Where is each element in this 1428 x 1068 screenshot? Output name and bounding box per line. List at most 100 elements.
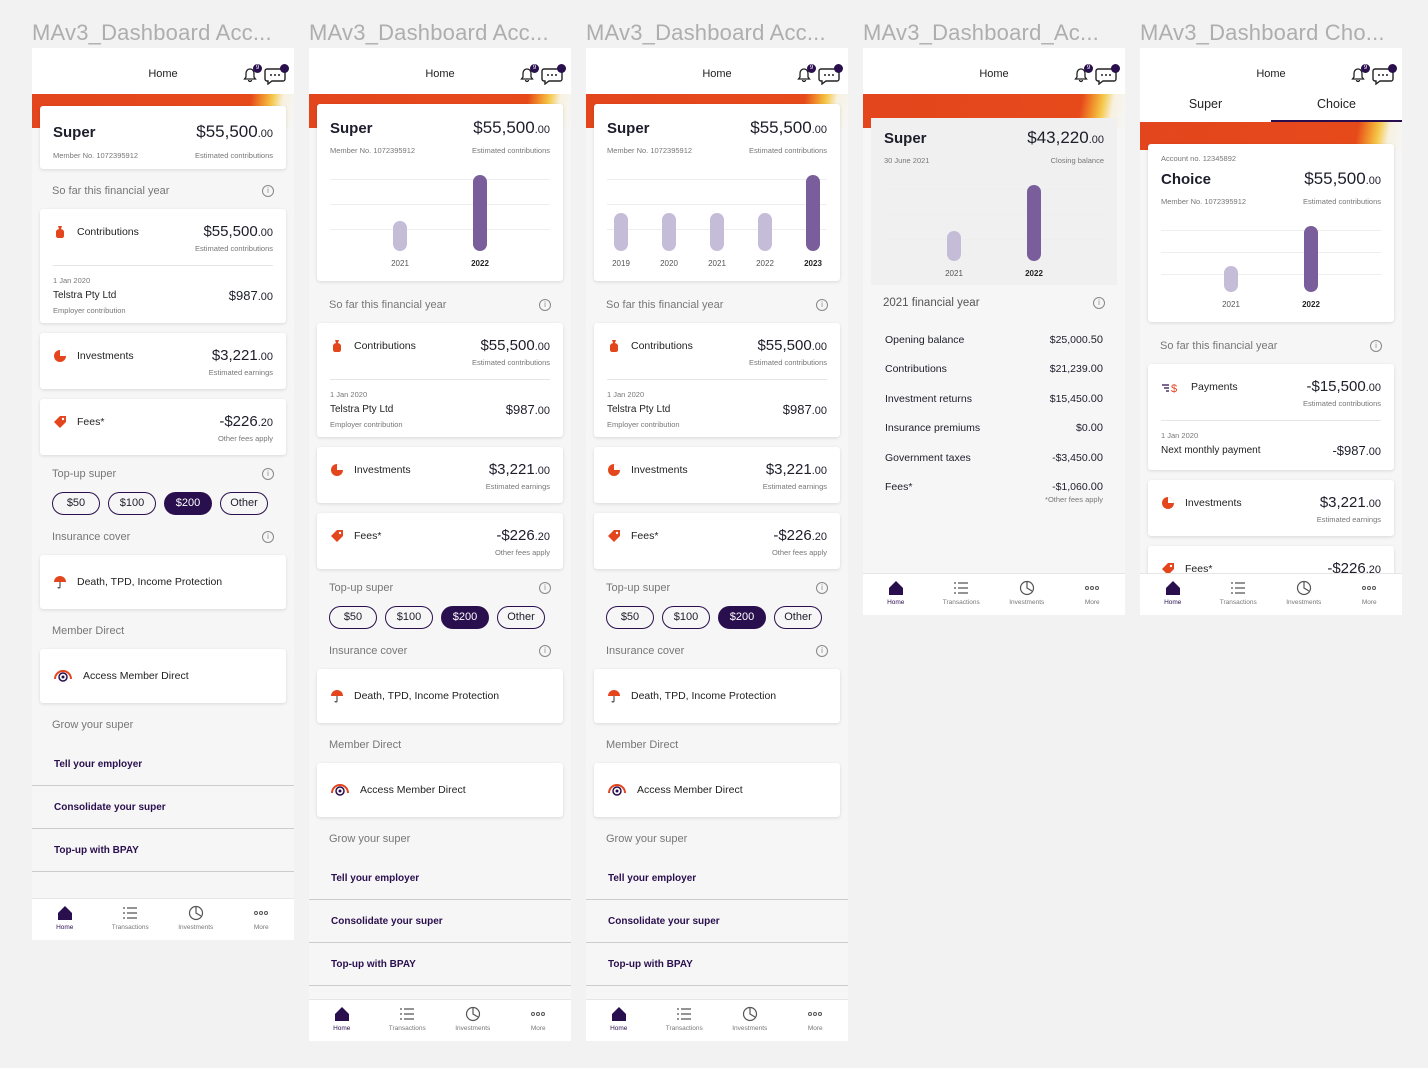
tab-transactions[interactable]: Transactions bbox=[929, 574, 995, 615]
tab-investments[interactable]: Investments bbox=[163, 899, 229, 940]
choice-chart-card[interactable]: Account no. 12345892 Choice $55,500.00 Me… bbox=[1148, 144, 1394, 322]
tab-more[interactable]: More bbox=[229, 899, 295, 940]
info-icon[interactable]: i bbox=[816, 299, 828, 311]
tab-choice[interactable]: Choice bbox=[1271, 94, 1402, 122]
notifications-bell-icon[interactable]: 9 bbox=[796, 64, 816, 83]
info-icon[interactable]: i bbox=[816, 582, 828, 594]
info-icon[interactable]: i bbox=[539, 299, 551, 311]
super-chart-card[interactable]: Super $55,500.00 Member No. 1072395912 Est… bbox=[317, 104, 563, 281]
notifications-bell-icon[interactable]: 9 bbox=[242, 64, 262, 83]
chart-bar-2022[interactable] bbox=[473, 175, 487, 251]
chart-bar-2021[interactable] bbox=[710, 213, 724, 251]
insurance-card[interactable]: Death, TPD, Income Protection bbox=[594, 669, 840, 723]
chart-bar-2019[interactable] bbox=[614, 213, 628, 251]
chart-x-label: 2022 bbox=[1302, 300, 1320, 309]
tell-employer-link[interactable]: Tell your employer bbox=[32, 743, 294, 786]
topup-other-button[interactable]: Other bbox=[497, 606, 545, 629]
tab-investments[interactable]: Investments bbox=[994, 574, 1060, 615]
notifications-bell-icon[interactable]: 9 bbox=[1350, 64, 1370, 83]
chat-icon[interactable] bbox=[818, 64, 843, 86]
consolidate-link[interactable]: Consolidate your super bbox=[309, 900, 571, 943]
consolidate-link[interactable]: Consolidate your super bbox=[32, 786, 294, 829]
tab-more[interactable]: More bbox=[506, 1000, 572, 1041]
chart-bar-2021[interactable] bbox=[947, 230, 961, 261]
tab-transactions[interactable]: Transactions bbox=[98, 899, 164, 940]
member-direct-card[interactable]: Access Member Direct bbox=[317, 763, 563, 817]
tab-super[interactable]: Super bbox=[1140, 94, 1271, 122]
contributions-card[interactable]: Contributions $55,500.00 Estimated contri… bbox=[594, 323, 840, 437]
fees-card[interactable]: Fees* -$226.20 Other fees apply bbox=[317, 513, 563, 569]
investments-card[interactable]: Investments $3,221.00 Estimated earnings bbox=[1148, 480, 1394, 536]
info-icon[interactable]: i bbox=[1370, 340, 1382, 352]
topup-50-button[interactable]: $50 bbox=[52, 492, 100, 515]
super-chart-card[interactable]: Super $55,500.00 Member No. 1072395912 Est… bbox=[594, 104, 840, 281]
member-direct-card[interactable]: Access Member Direct bbox=[40, 649, 286, 703]
topup-other-button[interactable]: Other bbox=[774, 606, 822, 629]
chart-bar-2022[interactable] bbox=[1027, 185, 1041, 261]
bpay-link[interactable]: Top-up with BPAY bbox=[309, 943, 571, 986]
contributions-cents: .00 bbox=[257, 227, 273, 239]
member-direct-card[interactable]: Access Member Direct bbox=[594, 763, 840, 817]
topup-200-button[interactable]: $200 bbox=[718, 606, 766, 629]
info-icon[interactable]: i bbox=[539, 645, 551, 657]
chart-bar-2022[interactable] bbox=[1304, 226, 1318, 292]
chart-bar-2022[interactable] bbox=[758, 213, 772, 251]
tab-investments[interactable]: Investments bbox=[1271, 574, 1337, 615]
tab-home[interactable]: Home bbox=[32, 899, 98, 940]
super-balance-card[interactable]: Super $55,500.00 Member No. 1072395912 Est… bbox=[40, 106, 286, 169]
fees-card[interactable]: Fees* -$226.20 Other fees apply bbox=[594, 513, 840, 569]
tab-more[interactable]: More bbox=[1337, 574, 1403, 615]
contributions-card[interactable]: Contributions $55,500.00 Estimated contri… bbox=[40, 209, 286, 323]
chat-icon[interactable] bbox=[541, 64, 566, 86]
tab-investments[interactable]: Investments bbox=[717, 1000, 783, 1041]
tab-transactions[interactable]: Transactions bbox=[375, 1000, 441, 1041]
tab-transactions[interactable]: Transactions bbox=[652, 1000, 718, 1041]
info-icon[interactable]: i bbox=[262, 185, 274, 197]
chat-icon[interactable] bbox=[1372, 64, 1397, 86]
tab-more[interactable]: More bbox=[783, 1000, 849, 1041]
payments-card[interactable]: $ Payments -$15,500.00 Estimated contribut… bbox=[1148, 364, 1394, 470]
topup-100-button[interactable]: $100 bbox=[108, 492, 156, 515]
tab-home[interactable]: Home bbox=[309, 1000, 375, 1041]
info-icon[interactable]: i bbox=[539, 582, 551, 594]
topup-100-button[interactable]: $100 bbox=[662, 606, 710, 629]
topup-50-button[interactable]: $50 bbox=[329, 606, 377, 629]
bpay-link[interactable]: Top-up with BPAY bbox=[586, 943, 848, 986]
contributions-card[interactable]: Contributions $55,500.00 Estimated contri… bbox=[317, 323, 563, 437]
bpay-link[interactable]: Top-up with BPAY bbox=[32, 829, 294, 872]
insurance-card[interactable]: Death, TPD, Income Protection bbox=[40, 555, 286, 609]
tab-transactions[interactable]: Transactions bbox=[1206, 574, 1272, 615]
topup-100-button[interactable]: $100 bbox=[385, 606, 433, 629]
tab-more[interactable]: More bbox=[1060, 574, 1126, 615]
info-icon[interactable]: i bbox=[262, 468, 274, 480]
investments-label: Investments bbox=[77, 349, 134, 362]
insurance-card[interactable]: Death, TPD, Income Protection bbox=[317, 669, 563, 723]
info-icon[interactable]: i bbox=[1093, 297, 1105, 309]
info-icon[interactable]: i bbox=[262, 531, 274, 543]
fees-card[interactable]: Fees* -$226.20 Other fees apply bbox=[40, 399, 286, 455]
topup-50-button[interactable]: $50 bbox=[606, 606, 654, 629]
investments-card[interactable]: Investments $3,221.00 Estimated earnings bbox=[317, 447, 563, 503]
notifications-bell-icon[interactable]: 9 bbox=[519, 64, 539, 83]
tab-home[interactable]: Home bbox=[863, 574, 929, 615]
topup-other-button[interactable]: Other bbox=[220, 492, 268, 515]
consolidate-link[interactable]: Consolidate your super bbox=[586, 900, 848, 943]
notifications-bell-icon[interactable]: 9 bbox=[1073, 64, 1093, 83]
chart-bar-2021[interactable] bbox=[1224, 265, 1238, 292]
tell-employer-link[interactable]: Tell your employer bbox=[309, 857, 571, 900]
chat-icon[interactable] bbox=[1095, 64, 1120, 86]
chat-icon[interactable] bbox=[264, 64, 289, 86]
section-fy: So far this financial year bbox=[52, 185, 170, 197]
info-icon[interactable]: i bbox=[816, 645, 828, 657]
tab-investments[interactable]: Investments bbox=[440, 1000, 506, 1041]
chart-bar-2021[interactable] bbox=[393, 220, 407, 251]
topup-200-button[interactable]: $200 bbox=[441, 606, 489, 629]
topup-200-button[interactable]: $200 bbox=[164, 492, 212, 515]
investments-card[interactable]: Investments $3,221.00 Estimated earnings bbox=[594, 447, 840, 503]
tell-employer-link[interactable]: Tell your employer bbox=[586, 857, 848, 900]
chart-bar-2023[interactable] bbox=[806, 175, 820, 251]
tab-home[interactable]: Home bbox=[586, 1000, 652, 1041]
chart-bar-2020[interactable] bbox=[662, 213, 676, 251]
tab-home[interactable]: Home bbox=[1140, 574, 1206, 615]
investments-card[interactable]: Investments $3,221.00 Estimated earnings bbox=[40, 333, 286, 389]
